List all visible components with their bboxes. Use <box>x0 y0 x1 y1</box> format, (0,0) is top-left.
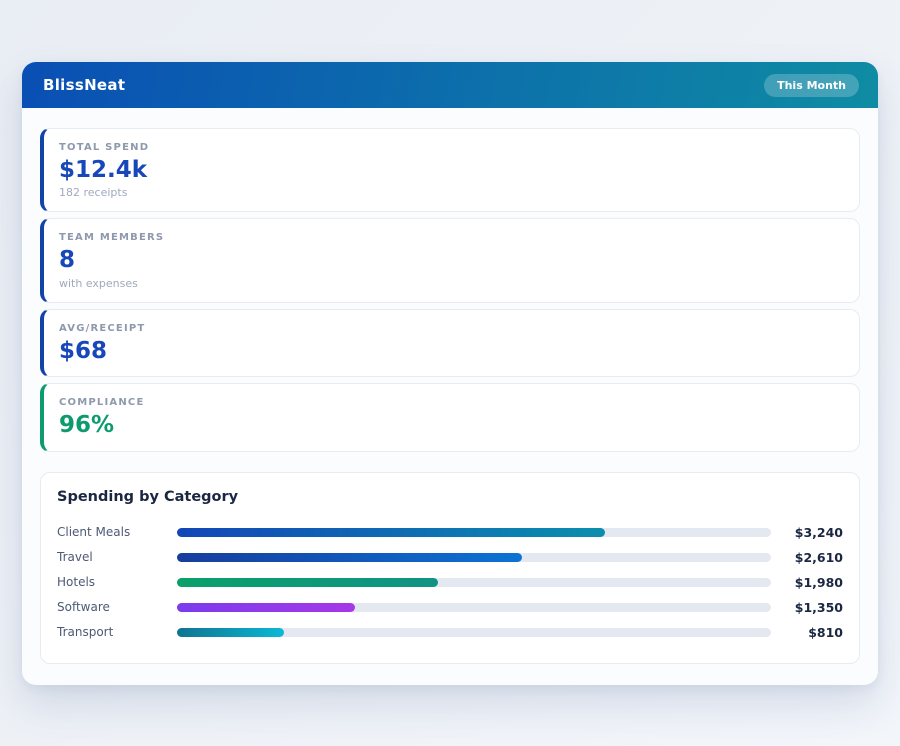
stats-list: TOTAL SPEND $12.4k 182 receipts TEAM MEMBER… <box>40 128 860 452</box>
category-value: $2,610 <box>794 549 843 565</box>
dashboard-window: BlissNeat This Month TOTAL SPEND $12.4k 18… <box>22 62 878 685</box>
stat-label: TEAM MEMBERS <box>59 232 165 244</box>
bar-fill <box>177 602 356 612</box>
period-badge[interactable]: This Month <box>764 73 859 97</box>
app-header: BlissNeat This Month <box>22 62 878 108</box>
category-value: $3,240 <box>794 524 843 540</box>
bar-track <box>177 527 771 537</box>
spending-row: Software $1,350 <box>57 595 843 620</box>
category-label: Client Meals <box>57 525 131 540</box>
bar-fill <box>177 552 522 562</box>
category-label: Software <box>57 600 110 615</box>
app-title: BlissNeat <box>43 76 126 94</box>
bar-track <box>177 552 771 562</box>
stat-card-compliance: COMPLIANCE 96% <box>40 383 860 452</box>
spending-row: Client Meals $3,240 <box>57 520 843 545</box>
category-label: Hotels <box>57 575 96 590</box>
category-value: $1,980 <box>794 574 843 590</box>
stat-label: COMPLIANCE <box>59 397 145 409</box>
stat-card-team-members: TEAM MEMBERS 8 with expenses <box>40 218 860 303</box>
bar-track <box>177 627 771 637</box>
category-label: Travel <box>57 550 93 565</box>
stat-value: $12.4k <box>59 157 148 183</box>
spending-row: Transport $810 <box>57 620 843 645</box>
spending-card-title: Spending by Category <box>57 488 239 505</box>
stat-label: AVG/RECEIPT <box>59 322 146 334</box>
spending-by-category-card: Spending by Category Client Meals $3,240 T… <box>40 471 860 664</box>
stat-value: 96% <box>59 412 115 439</box>
spending-row: Travel $2,610 <box>57 545 843 570</box>
bar-track <box>177 577 771 587</box>
dashboard-content: TOTAL SPEND $12.4k 182 receipts TEAM MEMBER… <box>22 108 878 682</box>
stat-subtext: with expenses <box>59 276 138 290</box>
category-label: Transport <box>57 625 114 640</box>
spending-rows: Client Meals $3,240 Travel $2,610 Hotels $1,9… <box>57 520 843 645</box>
bar-fill <box>177 577 439 587</box>
stat-value: 8 <box>59 247 76 274</box>
stat-card-avg-receipt: AVG/RECEIPT $68 <box>40 308 860 378</box>
bar-fill <box>177 527 605 537</box>
stat-value: $68 <box>59 337 108 364</box>
spending-row: Hotels $1,980 <box>57 570 843 595</box>
category-value: $810 <box>808 624 843 640</box>
stat-label: TOTAL SPEND <box>59 142 150 153</box>
stat-card-total-spend: TOTAL SPEND $12.4k 182 receipts <box>40 128 860 213</box>
bar-fill <box>177 627 284 637</box>
category-value: $1,350 <box>794 599 843 615</box>
stat-subtext: 182 receipts <box>59 186 128 200</box>
bar-track <box>177 602 771 612</box>
